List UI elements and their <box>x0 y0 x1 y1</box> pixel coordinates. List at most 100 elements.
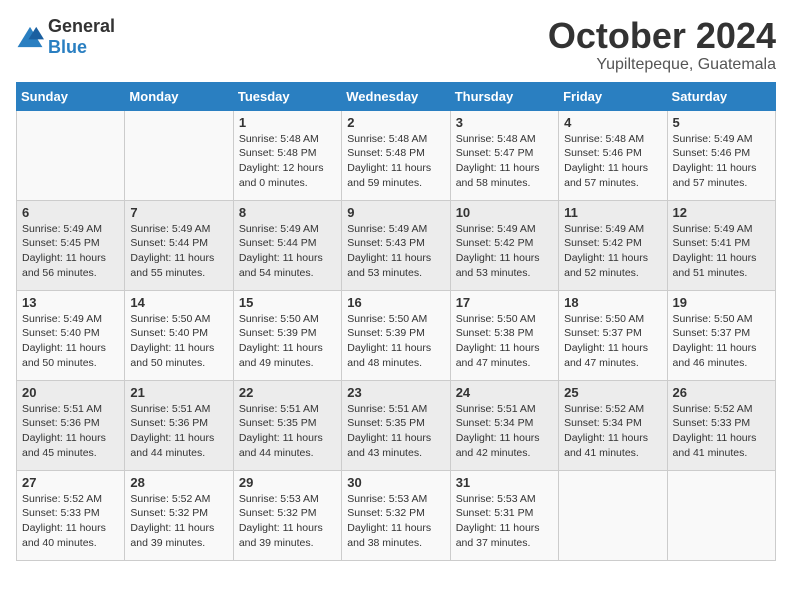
header-monday: Monday <box>125 82 233 110</box>
calendar-cell: 27Sunrise: 5:52 AMSunset: 5:33 PMDayligh… <box>17 470 125 560</box>
calendar-cell: 28 Sunrise: 5:52 AMSunset: 5:32 PMDayligh… <box>125 470 233 560</box>
week-row-5: 27Sunrise: 5:52 AMSunset: 5:33 PMDayligh… <box>17 470 776 560</box>
day-number: 9 <box>347 205 444 220</box>
day-number: 14 <box>130 295 227 310</box>
logo-icon <box>16 25 44 49</box>
day-info: Sunrise: 5:49 AMSunset: 5:45 PMDaylight:… <box>22 222 119 281</box>
day-number: 3 <box>456 115 553 130</box>
calendar-cell: 3 Sunrise: 5:48 AMSunset: 5:47 PMDaylight… <box>450 110 558 200</box>
day-number: 12 <box>673 205 770 220</box>
calendar-cell: 20Sunrise: 5:51 AMSunset: 5:36 PMDayligh… <box>17 380 125 470</box>
day-info: Sunrise: 5:52 AMSunset: 5:32 PMDaylight:… <box>130 492 227 551</box>
calendar-cell: 10 Sunrise: 5:49 AMSunset: 5:42 PMDayligh… <box>450 200 558 290</box>
day-info: Sunrise: 5:53 AMSunset: 5:32 PMDaylight:… <box>347 492 444 551</box>
day-number: 23 <box>347 385 444 400</box>
calendar-cell: 22 Sunrise: 5:51 AMSunset: 5:35 PMDayligh… <box>233 380 341 470</box>
day-number: 18 <box>564 295 661 310</box>
day-number: 25 <box>564 385 661 400</box>
calendar-cell: 6 Sunrise: 5:49 AMSunset: 5:45 PMDaylight… <box>17 200 125 290</box>
day-info: Sunrise: 5:50 AMSunset: 5:37 PMDaylight:… <box>564 312 661 371</box>
calendar-cell: 12Sunrise: 5:49 AMSunset: 5:41 PMDayligh… <box>667 200 775 290</box>
day-number: 19 <box>673 295 770 310</box>
day-info: Sunrise: 5:50 AMSunset: 5:40 PMDaylight:… <box>130 312 227 371</box>
logo: General Blue <box>16 16 115 58</box>
day-info: Sunrise: 5:50 AMSunset: 5:39 PMDaylight:… <box>239 312 336 371</box>
day-number: 22 <box>239 385 336 400</box>
calendar-cell: 17Sunrise: 5:50 AMSunset: 5:38 PMDayligh… <box>450 290 558 380</box>
header-friday: Friday <box>559 82 667 110</box>
header-tuesday: Tuesday <box>233 82 341 110</box>
header-sunday: Sunday <box>17 82 125 110</box>
day-info: Sunrise: 5:52 AMSunset: 5:33 PMDaylight:… <box>673 402 770 461</box>
calendar-cell: 18 Sunrise: 5:50 AMSunset: 5:37 PMDayligh… <box>559 290 667 380</box>
day-info: Sunrise: 5:48 AMSunset: 5:47 PMDaylight:… <box>456 132 553 191</box>
day-info: Sunrise: 5:48 AMSunset: 5:48 PMDaylight:… <box>347 132 444 191</box>
day-number: 1 <box>239 115 336 130</box>
calendar-cell: 15 Sunrise: 5:50 AMSunset: 5:39 PMDayligh… <box>233 290 341 380</box>
day-info: Sunrise: 5:50 AMSunset: 5:37 PMDaylight:… <box>673 312 770 371</box>
calendar-header-row: SundayMondayTuesdayWednesdayThursdayFrid… <box>17 82 776 110</box>
day-number: 29 <box>239 475 336 490</box>
day-number: 27 <box>22 475 119 490</box>
header-saturday: Saturday <box>667 82 775 110</box>
calendar-subtitle: Yupiltepeque, Guatemala <box>548 56 776 74</box>
calendar-cell <box>559 470 667 560</box>
calendar-cell: 25 Sunrise: 5:52 AMSunset: 5:34 PMDayligh… <box>559 380 667 470</box>
calendar-cell: 24Sunrise: 5:51 AMSunset: 5:34 PMDayligh… <box>450 380 558 470</box>
day-number: 24 <box>456 385 553 400</box>
day-info: Sunrise: 5:48 AMSunset: 5:48 PMDaylight:… <box>239 132 336 191</box>
calendar-cell: 16 Sunrise: 5:50 AMSunset: 5:39 PMDayligh… <box>342 290 450 380</box>
calendar-cell <box>17 110 125 200</box>
day-number: 7 <box>130 205 227 220</box>
day-number: 2 <box>347 115 444 130</box>
calendar-cell: 4 Sunrise: 5:48 AMSunset: 5:46 PMDaylight… <box>559 110 667 200</box>
day-number: 11 <box>564 205 661 220</box>
day-number: 6 <box>22 205 119 220</box>
day-number: 8 <box>239 205 336 220</box>
calendar-title: October 2024 <box>548 16 776 56</box>
calendar-cell: 19 Sunrise: 5:50 AMSunset: 5:37 PMDayligh… <box>667 290 775 380</box>
logo-general: General <box>48 16 115 36</box>
day-info: Sunrise: 5:51 AMSunset: 5:35 PMDaylight:… <box>347 402 444 461</box>
day-info: Sunrise: 5:49 AMSunset: 5:46 PMDaylight:… <box>673 132 770 191</box>
calendar-table: SundayMondayTuesdayWednesdayThursdayFrid… <box>16 82 776 561</box>
week-row-4: 20Sunrise: 5:51 AMSunset: 5:36 PMDayligh… <box>17 380 776 470</box>
day-number: 31 <box>456 475 553 490</box>
day-number: 20 <box>22 385 119 400</box>
calendar-cell: 23 Sunrise: 5:51 AMSunset: 5:35 PMDayligh… <box>342 380 450 470</box>
calendar-cell: 14 Sunrise: 5:50 AMSunset: 5:40 PMDayligh… <box>125 290 233 380</box>
day-number: 26 <box>673 385 770 400</box>
day-info: Sunrise: 5:49 AMSunset: 5:44 PMDaylight:… <box>130 222 227 281</box>
calendar-cell: 29 Sunrise: 5:53 AMSunset: 5:32 PMDayligh… <box>233 470 341 560</box>
day-info: Sunrise: 5:50 AMSunset: 5:38 PMDaylight:… <box>456 312 553 371</box>
calendar-cell: 21Sunrise: 5:51 AMSunset: 5:36 PMDayligh… <box>125 380 233 470</box>
calendar-cell: 9 Sunrise: 5:49 AMSunset: 5:43 PMDaylight… <box>342 200 450 290</box>
day-number: 13 <box>22 295 119 310</box>
day-info: Sunrise: 5:53 AMSunset: 5:32 PMDaylight:… <box>239 492 336 551</box>
week-row-1: 1 Sunrise: 5:48 AMSunset: 5:48 PMDaylight… <box>17 110 776 200</box>
day-number: 4 <box>564 115 661 130</box>
day-info: Sunrise: 5:49 AMSunset: 5:43 PMDaylight:… <box>347 222 444 281</box>
day-number: 28 <box>130 475 227 490</box>
day-info: Sunrise: 5:51 AMSunset: 5:35 PMDaylight:… <box>239 402 336 461</box>
week-row-2: 6 Sunrise: 5:49 AMSunset: 5:45 PMDaylight… <box>17 200 776 290</box>
day-number: 10 <box>456 205 553 220</box>
day-info: Sunrise: 5:50 AMSunset: 5:39 PMDaylight:… <box>347 312 444 371</box>
calendar-cell: 11Sunrise: 5:49 AMSunset: 5:42 PMDayligh… <box>559 200 667 290</box>
calendar-cell: 2 Sunrise: 5:48 AMSunset: 5:48 PMDaylight… <box>342 110 450 200</box>
calendar-cell <box>125 110 233 200</box>
calendar-cell: 13Sunrise: 5:49 AMSunset: 5:40 PMDayligh… <box>17 290 125 380</box>
day-info: Sunrise: 5:49 AMSunset: 5:44 PMDaylight:… <box>239 222 336 281</box>
day-info: Sunrise: 5:49 AMSunset: 5:42 PMDaylight:… <box>456 222 553 281</box>
day-info: Sunrise: 5:48 AMSunset: 5:46 PMDaylight:… <box>564 132 661 191</box>
day-info: Sunrise: 5:53 AMSunset: 5:31 PMDaylight:… <box>456 492 553 551</box>
calendar-cell <box>667 470 775 560</box>
day-number: 30 <box>347 475 444 490</box>
day-number: 5 <box>673 115 770 130</box>
page-header: General Blue October 2024 Yupiltepeque, … <box>16 16 776 74</box>
calendar-cell: 5 Sunrise: 5:49 AMSunset: 5:46 PMDaylight… <box>667 110 775 200</box>
day-info: Sunrise: 5:52 AMSunset: 5:34 PMDaylight:… <box>564 402 661 461</box>
week-row-3: 13Sunrise: 5:49 AMSunset: 5:40 PMDayligh… <box>17 290 776 380</box>
day-number: 15 <box>239 295 336 310</box>
day-number: 16 <box>347 295 444 310</box>
